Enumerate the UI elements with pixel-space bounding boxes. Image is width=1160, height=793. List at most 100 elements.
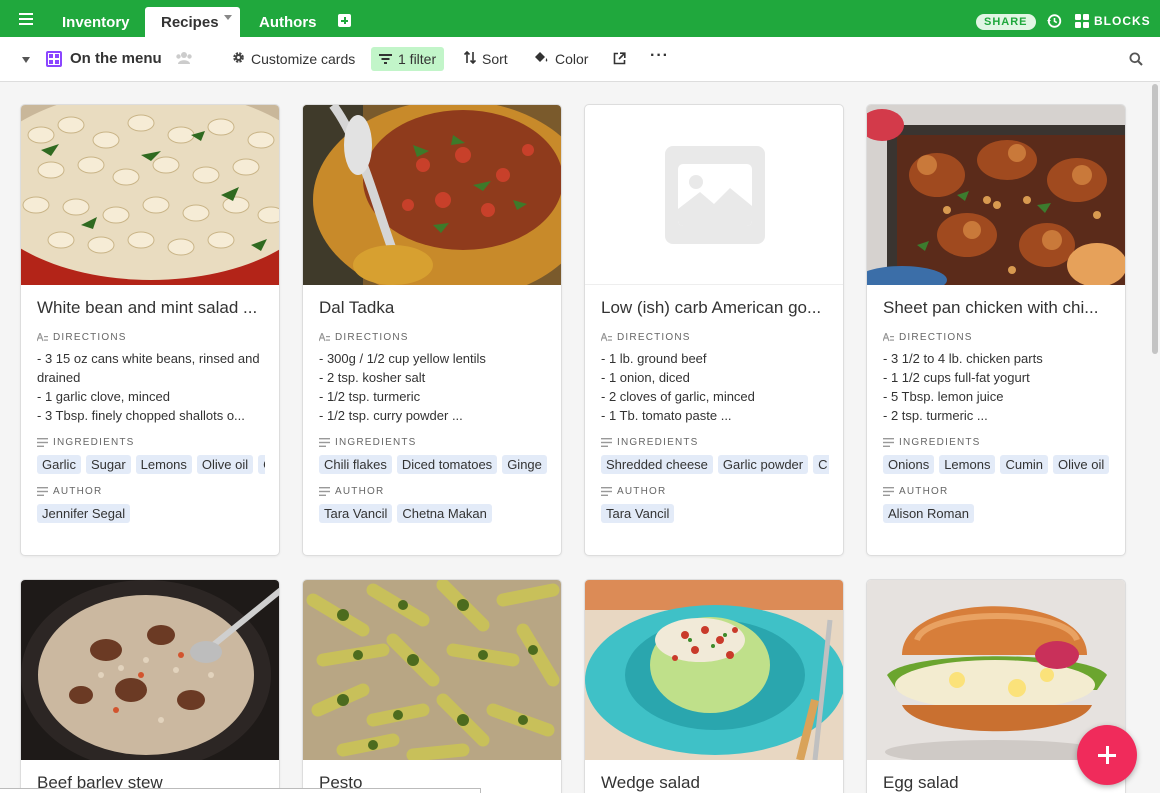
author-label: AUTHOR [601, 486, 827, 497]
author-label: AUTHOR [883, 486, 1109, 497]
gear-icon [232, 51, 245, 67]
directions-text: - 1 lb. ground beef - 1 onion, diced - 2… [601, 351, 755, 423]
card-title: Wedge salad [601, 773, 700, 792]
ingredients-list: Garlic Sugar Lemons Olive oil C [37, 455, 265, 474]
add-record-button[interactable] [1077, 725, 1137, 785]
filter-icon [379, 51, 392, 67]
card-title: Dal Tadka [319, 298, 395, 317]
record-card[interactable]: Pesto [302, 579, 562, 793]
card-title: White bean and mint salad ... [37, 298, 258, 317]
ingredient-pill: C [258, 455, 265, 474]
ingredient-pill: Lemons [135, 455, 192, 474]
linked-record-field-icon [883, 487, 894, 496]
author-pill: Tara Vancil [601, 504, 675, 523]
ingredients-label: INGREDIENTS [883, 437, 1109, 448]
linked-record-field-icon [601, 438, 612, 447]
card-image-wedge-salad [585, 580, 843, 760]
card-image-pesto [303, 580, 561, 760]
share-view-icon[interactable] [613, 52, 626, 65]
ingredient-pill: Shredded cheese [601, 455, 713, 474]
filter-label: 1 filter [398, 51, 437, 67]
long-text-field-icon [601, 333, 612, 342]
linked-record-field-icon [601, 487, 612, 496]
ingredient-pill: C [813, 455, 829, 474]
ingredients-label: INGREDIENTS [37, 437, 263, 448]
color-button[interactable]: Color [534, 51, 588, 67]
card-title: Sheet pan chicken with chi... [883, 298, 1099, 317]
record-card[interactable]: White bean and mint salad ... DIRECTIONS… [20, 104, 280, 556]
view-switcher-caret-icon[interactable] [22, 57, 30, 63]
directions-text: - 3 1/2 to 4 lb. chicken parts - 1 1/2 c… [883, 351, 1043, 423]
vertical-scrollbar[interactable] [1152, 84, 1158, 354]
author-list: Alison Roman [883, 504, 1111, 523]
history-icon[interactable] [1046, 13, 1062, 29]
paint-bucket-icon [534, 51, 549, 67]
linked-record-field-icon [319, 438, 330, 447]
author-list: Tara Vancil [601, 504, 829, 523]
linked-record-field-icon [37, 487, 48, 496]
directions-label: DIRECTIONS [883, 332, 1109, 343]
ingredients-label: INGREDIENTS [319, 437, 545, 448]
customize-cards-button[interactable]: Customize cards [232, 51, 355, 67]
view-name: On the menu [70, 50, 162, 67]
ingredient-pill: Garlic [37, 455, 81, 474]
author-label: AUTHOR [37, 486, 263, 497]
author-label: AUTHOR [319, 486, 545, 497]
tab-inventory[interactable]: Inventory [46, 7, 146, 37]
share-button[interactable]: SHARE [976, 14, 1036, 30]
search-icon[interactable] [1129, 52, 1143, 66]
ingredient-pill: Chili flakes [319, 455, 392, 474]
collaborative-view-icon[interactable] [175, 51, 193, 65]
color-label: Color [555, 51, 589, 67]
filter-button[interactable]: 1 filter [371, 47, 445, 71]
linked-record-field-icon [883, 438, 894, 447]
long-text-field-icon [37, 333, 48, 342]
directions-label: DIRECTIONS [601, 332, 827, 343]
hamburger-menu-icon[interactable] [12, 10, 40, 28]
ingredient-pill: Sugar [85, 455, 131, 474]
app-top-bar: Inventory Recipes Authors SHARE BLOCKS [0, 0, 1160, 37]
tab-dropdown-caret-icon[interactable] [224, 15, 232, 20]
directions-text: - 3 15 oz cans white beans, rinsed and d… [37, 351, 260, 423]
card-image-beef-barley-stew [21, 580, 279, 760]
directions-label: DIRECTIONS [37, 332, 263, 343]
ingredients-list: Chili flakes Diced tomatoes Ginge [319, 455, 547, 474]
card-image-placeholder [585, 105, 843, 285]
customize-cards-label: Customize cards [251, 51, 356, 67]
tab-authors[interactable]: Authors [243, 7, 333, 37]
card-image-sheet-pan-chicken [867, 105, 1125, 285]
more-options-button[interactable]: ··· [650, 47, 669, 65]
linked-record-field-icon [37, 438, 48, 447]
blocks-button[interactable]: BLOCKS [1075, 14, 1151, 28]
ingredients-list: Shredded cheese Garlic powder C [601, 455, 829, 474]
record-card[interactable]: Sheet pan chicken with chi... DIRECTIONS… [866, 104, 1126, 556]
author-pill: Tara Vancil [319, 504, 393, 523]
ingredient-pill: Cumin [1000, 455, 1049, 474]
sort-button[interactable]: Sort [463, 50, 508, 67]
record-card[interactable]: Dal Tadka DIRECTIONS - 300g / 1/2 cup ye… [302, 104, 562, 556]
card-title: Low (ish) carb American go... [601, 298, 822, 317]
image-placeholder-icon [665, 146, 765, 244]
author-pill: Jennifer Segal [37, 504, 131, 523]
add-table-icon[interactable] [338, 14, 351, 27]
record-card[interactable]: Beef barley stew [20, 579, 280, 793]
record-card[interactable]: Low (ish) carb American go... DIRECTIONS… [584, 104, 844, 556]
bottom-panel-edge [0, 788, 481, 793]
card-title: Egg salad [883, 773, 959, 792]
ingredients-label: INGREDIENTS [601, 437, 827, 448]
view-switcher[interactable]: On the menu [46, 50, 162, 67]
ingredient-pill: Olive oil [196, 455, 254, 474]
sort-label: Sort [482, 51, 508, 67]
gallery-grid: White bean and mint salad ... DIRECTIONS… [0, 82, 1150, 793]
ingredient-pill: Ginge [502, 455, 547, 474]
tab-recipes[interactable]: Recipes [145, 7, 240, 37]
view-toolbar: On the menu Customize cards 1 filter Sor… [0, 37, 1160, 82]
record-card[interactable]: Wedge salad [584, 579, 844, 793]
directions-text: - 300g / 1/2 cup yellow lentils - 2 tsp.… [319, 351, 486, 423]
blocks-label: BLOCKS [1094, 14, 1151, 28]
author-pill: Chetna Makan [397, 504, 492, 523]
ingredient-pill: Garlic powder [717, 455, 809, 474]
card-image-white-bean-salad [21, 105, 279, 285]
gallery-view-icon [46, 50, 62, 67]
ingredient-pill: Olive oil [1053, 455, 1110, 474]
